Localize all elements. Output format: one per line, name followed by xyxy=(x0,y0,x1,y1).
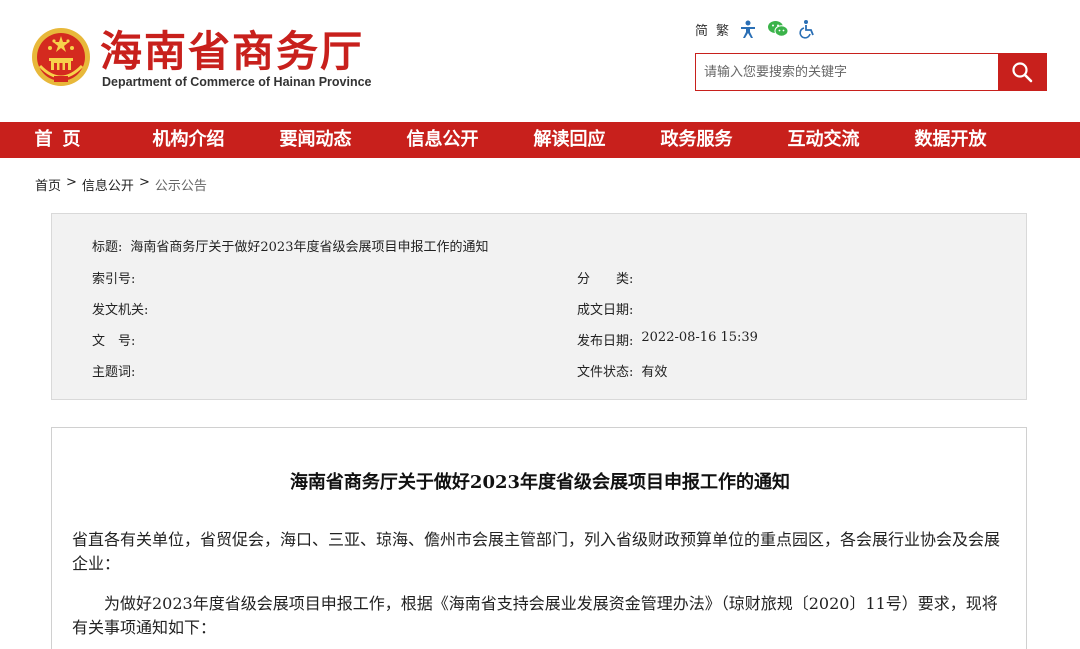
breadcrumb-home[interactable]: 首页 xyxy=(35,175,61,194)
meta-issuer-label: 发文机关: xyxy=(92,303,149,318)
search-box xyxy=(695,53,1047,91)
site-header: 海南省商务厅 Department of Commerce of Hainan … xyxy=(0,0,1080,122)
article-paragraph: 省直各有关单位，省贸促会，海口、三亚、琼海、儋州市会展主管部门，列入省级财政预算… xyxy=(72,530,1001,573)
header-tools: 简 繁 xyxy=(695,17,819,41)
meta-publish-date-label: 发布日期: xyxy=(577,334,634,349)
nav-item-about[interactable]: 机构介绍 xyxy=(125,122,252,158)
wheelchair-icon[interactable] xyxy=(797,18,819,40)
meta-status-label: 文件状态: xyxy=(577,365,634,380)
meta-title-label: 标题: xyxy=(92,240,123,255)
article-title: 海南省商务厅关于做好2023年度省级会展项目申报工作的通知 xyxy=(289,472,791,493)
meta-title-row: 标题: 海南省商务厅关于做好2023年度省级会展项目申报工作的通知 xyxy=(92,236,488,255)
article-content: 海南省商务厅关于做好2023年度省级会展项目申报工作的通知 省直各有关单位，省贸… xyxy=(51,427,1027,649)
article-paragraph: 为做好2023年度省级会展项目申报工作，根据《海南省支持会展业发展资金管理办法》… xyxy=(72,594,998,637)
meta-publish-date-value: 2022-08-16 15:39 xyxy=(641,330,758,345)
nav-item-disclosure[interactable]: 信息公开 xyxy=(379,122,506,158)
meta-written-date-label: 成文日期: xyxy=(577,303,634,318)
meta-category-row: 分 类: xyxy=(577,268,641,287)
meta-title-value: 海南省商务厅关于做好2023年度省级会展项目申报工作的通知 xyxy=(130,240,489,255)
nav-item-services[interactable]: 政务服务 xyxy=(633,122,760,158)
search-button[interactable] xyxy=(998,54,1046,90)
accessibility-person-icon[interactable] xyxy=(737,18,759,40)
nav-item-news[interactable]: 要闻动态 xyxy=(252,122,379,158)
search-icon xyxy=(1012,62,1033,83)
nav-item-interaction[interactable]: 互动交流 xyxy=(760,122,887,158)
search-input[interactable] xyxy=(696,54,998,90)
site-subtitle: Department of Commerce of Hainan Provinc… xyxy=(102,75,372,89)
breadcrumb-disclosure[interactable]: 信息公开 xyxy=(82,175,134,194)
breadcrumb-current: 公示公告 xyxy=(154,179,207,194)
meta-doc-no-row: 文 号: xyxy=(92,330,143,349)
meta-status-row: 文件状态: 有效 xyxy=(577,361,667,380)
meta-publish-date-row: 发布日期: 2022-08-16 15:39 xyxy=(577,330,758,349)
meta-status-value: 有效 xyxy=(641,365,668,380)
main-nav: 首页 机构介绍 要闻动态 信息公开 解读回应 政务服务 互动交流 数据开放 xyxy=(0,122,1080,158)
meta-index-row: 索引号: xyxy=(92,268,143,287)
traditional-chinese-link[interactable]: 繁 xyxy=(716,20,729,39)
site-title: 海南省商务厅 xyxy=(100,27,365,76)
nav-item-home[interactable]: 首页 xyxy=(0,122,125,158)
meta-issuer-row: 发文机关: xyxy=(92,299,156,318)
nav-item-interpretation[interactable]: 解读回应 xyxy=(506,122,633,158)
meta-doc-no-label: 文 号: xyxy=(92,334,136,349)
breadcrumb-separator: > xyxy=(138,175,150,190)
breadcrumb: 首页 > 信息公开 > 公示公告 xyxy=(35,175,207,194)
nav-item-open-data[interactable]: 数据开放 xyxy=(887,122,1014,158)
meta-category-label: 分 类: xyxy=(577,272,634,287)
wechat-icon[interactable] xyxy=(767,18,789,40)
meta-index-label: 索引号: xyxy=(92,272,136,287)
meta-keywords-row: 主题词: xyxy=(92,361,143,380)
breadcrumb-separator: > xyxy=(66,175,77,190)
meta-keywords-label: 主题词: xyxy=(92,365,136,380)
document-metadata: 标题: 海南省商务厅关于做好2023年度省级会展项目申报工作的通知 索引号: 分… xyxy=(51,213,1027,400)
simplified-chinese-link[interactable]: 简 xyxy=(695,20,708,39)
meta-written-date-row: 成文日期: xyxy=(577,299,641,318)
national-emblem-icon xyxy=(30,26,92,88)
